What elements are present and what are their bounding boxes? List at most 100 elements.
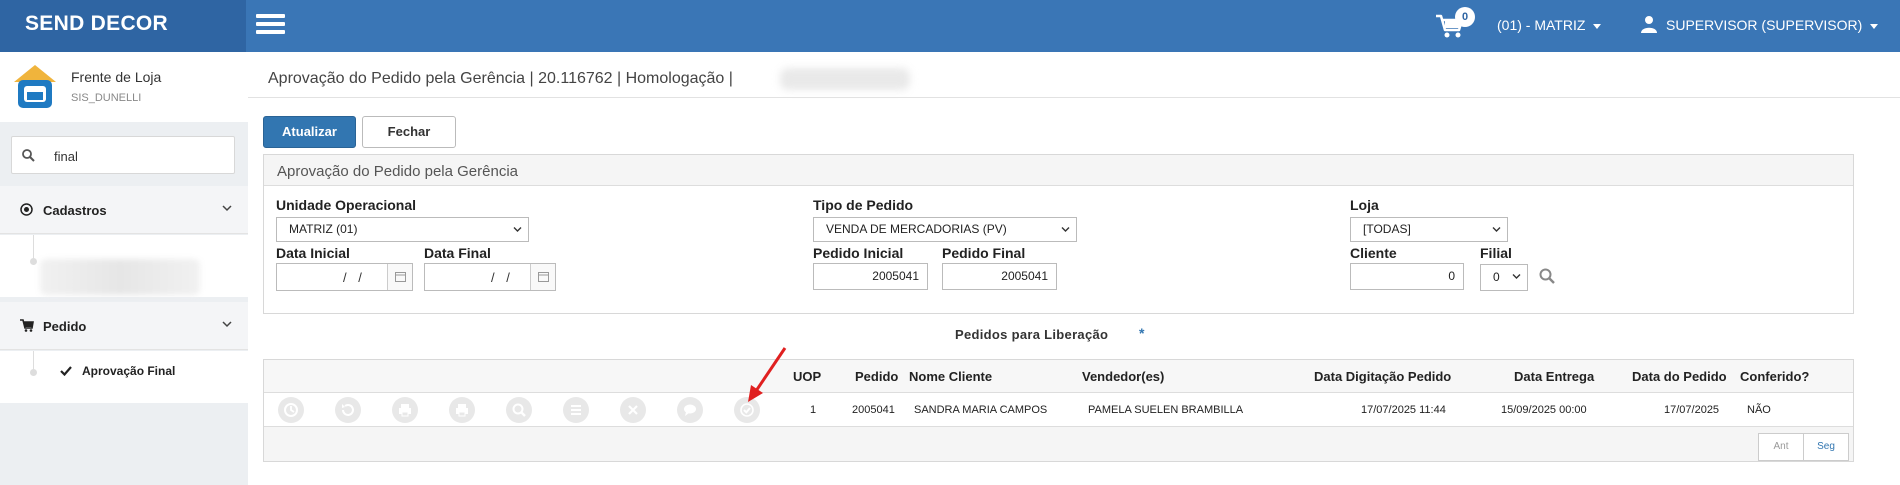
sidebar-section-label: Pedido	[43, 319, 87, 334]
prev-page-button[interactable]: Ant	[1758, 433, 1804, 461]
history-icon[interactable]	[278, 397, 304, 423]
unidade-value: MATRIZ (01)	[289, 222, 358, 236]
undo-icon[interactable]	[335, 397, 361, 423]
col-conferido[interactable]: Conferido?	[1740, 369, 1809, 384]
chevron-down-icon	[1593, 23, 1602, 29]
data-inicial-label: Data Inicial	[276, 245, 350, 261]
pedido-final-input[interactable]: 2005041	[942, 263, 1057, 290]
cell-data-digitacao: 17/07/2025 11:44	[1361, 404, 1446, 416]
close-button[interactable]: Fechar	[362, 116, 456, 148]
data-final-value: / /	[491, 270, 514, 285]
calendar-icon	[395, 272, 406, 282]
chevron-down-icon	[1512, 274, 1521, 279]
list-icon[interactable]	[563, 397, 589, 423]
profile-name: Frente de Loja	[71, 69, 162, 85]
data-inicial-field[interactable]: / /	[276, 263, 413, 291]
branch-label: (01) - MATRIZ	[1497, 17, 1586, 33]
cell-pedido: 2005041	[852, 404, 895, 416]
loja-label: Loja	[1350, 197, 1379, 213]
col-data-digitacao[interactable]: Data Digitação Pedido	[1314, 369, 1451, 384]
top-bar: SEND DECOR 0 (01) - MATRIZ SUPERVISOR (S…	[0, 0, 1900, 52]
redacted-title-part	[780, 68, 910, 90]
brand-logo-text[interactable]: SEND DECOR	[25, 12, 168, 36]
data-inicial-value: / /	[343, 270, 366, 285]
panel-title: Aprovação do Pedido pela Gerência	[277, 163, 518, 180]
chevron-down-icon	[513, 227, 522, 232]
col-uop[interactable]: UOP	[793, 369, 821, 384]
sidebar-section-body	[0, 235, 248, 297]
tipo-pedido-value: VENDA DE MERCADORIAS (PV)	[826, 222, 1007, 236]
chevron-down-icon	[1492, 227, 1501, 232]
cliente-label: Cliente	[1350, 245, 1397, 261]
col-data-pedido[interactable]: Data do Pedido	[1632, 369, 1727, 384]
store-logo-icon	[14, 65, 56, 108]
user-label: SUPERVISOR (SUPERVISOR)	[1666, 17, 1863, 33]
next-page-button[interactable]: Seg	[1803, 433, 1849, 461]
search-icon[interactable]	[506, 397, 532, 423]
pedido-inicial-input[interactable]: 2005041	[813, 263, 928, 290]
orders-grid: UOP Pedido Nome Cliente Vendedor(es) Dat…	[263, 359, 1854, 462]
tree-dot	[30, 258, 37, 265]
divider	[248, 97, 1900, 98]
search-icon[interactable]	[1539, 268, 1555, 284]
required-mark: *	[1139, 325, 1145, 341]
chevron-down-icon	[1061, 227, 1070, 232]
target-icon	[20, 203, 33, 216]
filial-label: Filial	[1480, 245, 1512, 261]
tree-dot	[30, 369, 37, 376]
loja-value: [TODAS]	[1363, 222, 1411, 236]
sidebar-search[interactable]	[11, 136, 235, 174]
tipo-pedido-select[interactable]: VENDA DE MERCADORIAS (PV)	[813, 217, 1077, 242]
calendar-icon	[538, 272, 549, 282]
filial-value: 0	[1493, 270, 1500, 284]
chevron-down-icon	[222, 321, 232, 328]
user-menu[interactable]: SUPERVISOR (SUPERVISOR)	[1666, 17, 1879, 33]
sidebar-profile: Frente de Loja SIS_DUNELLI	[0, 52, 248, 122]
table-row[interactable]: 1 2005041 SANDRA MARIA CAMPOS PAMELA SUE…	[264, 393, 1853, 427]
branch-selector[interactable]: (01) - MATRIZ	[1497, 17, 1602, 33]
chevron-down-icon	[222, 205, 232, 212]
redacted-menu-item	[40, 259, 200, 295]
profile-subtitle: SIS_DUNELLI	[71, 92, 142, 104]
calendar-button[interactable]	[530, 264, 555, 290]
cart-count-badge: 0	[1455, 7, 1475, 27]
col-vendedores[interactable]: Vendedor(es)	[1082, 369, 1164, 384]
unidade-select[interactable]: MATRIZ (01)	[276, 217, 529, 242]
filial-select[interactable]: 0	[1480, 264, 1528, 291]
cancel-icon[interactable]	[620, 397, 646, 423]
chevron-down-icon	[1870, 23, 1879, 29]
sidebar-search-input[interactable]	[54, 146, 224, 166]
cell-data-pedido: 17/07/2025	[1664, 404, 1720, 416]
search-icon	[22, 149, 35, 162]
print-icon[interactable]	[392, 397, 418, 423]
page-title: Aprovação do Pedido pela Gerência | 20.1…	[268, 70, 733, 87]
filter-panel: Aprovação do Pedido pela Gerência Unidad…	[263, 154, 1854, 314]
sidebar-item-aprovacao-final[interactable]: Aprovação Final	[82, 364, 175, 378]
sidebar: Frente de Loja SIS_DUNELLI Cadastros Ped…	[0, 52, 248, 485]
grid-footer: Ant Seg	[264, 427, 1853, 461]
sidebar-section-label: Cadastros	[43, 203, 107, 218]
panel-header: Aprovação do Pedido pela Gerência	[264, 155, 1853, 186]
refresh-button[interactable]: Atualizar	[263, 116, 356, 148]
brand-area: SEND DECOR	[0, 0, 246, 52]
col-nome-cliente[interactable]: Nome Cliente	[909, 369, 992, 384]
col-data-entrega[interactable]: Data Entrega	[1514, 369, 1594, 384]
check-icon	[60, 366, 72, 376]
data-final-label: Data Final	[424, 245, 491, 261]
menu-toggle-icon[interactable]	[256, 14, 285, 34]
calendar-button[interactable]	[387, 264, 412, 290]
data-final-field[interactable]: / /	[424, 263, 556, 291]
annotation-arrow-icon	[748, 347, 787, 402]
sidebar-section-cadastros[interactable]: Cadastros	[0, 186, 248, 234]
sidebar-section-pedido[interactable]: Pedido	[0, 302, 248, 350]
print-icon[interactable]	[449, 397, 475, 423]
section-title: Pedidos para Liberação	[955, 327, 1109, 342]
grid-header: UOP Pedido Nome Cliente Vendedor(es) Dat…	[264, 360, 1853, 393]
cliente-input[interactable]: 0	[1350, 263, 1464, 290]
col-pedido[interactable]: Pedido	[855, 369, 898, 384]
comment-icon[interactable]	[677, 397, 703, 423]
loja-select[interactable]: [TODAS]	[1350, 217, 1508, 242]
cell-data-entrega: 15/09/2025 00:00	[1501, 404, 1587, 416]
pedido-final-label: Pedido Final	[942, 245, 1026, 261]
cart-icon	[20, 319, 34, 332]
